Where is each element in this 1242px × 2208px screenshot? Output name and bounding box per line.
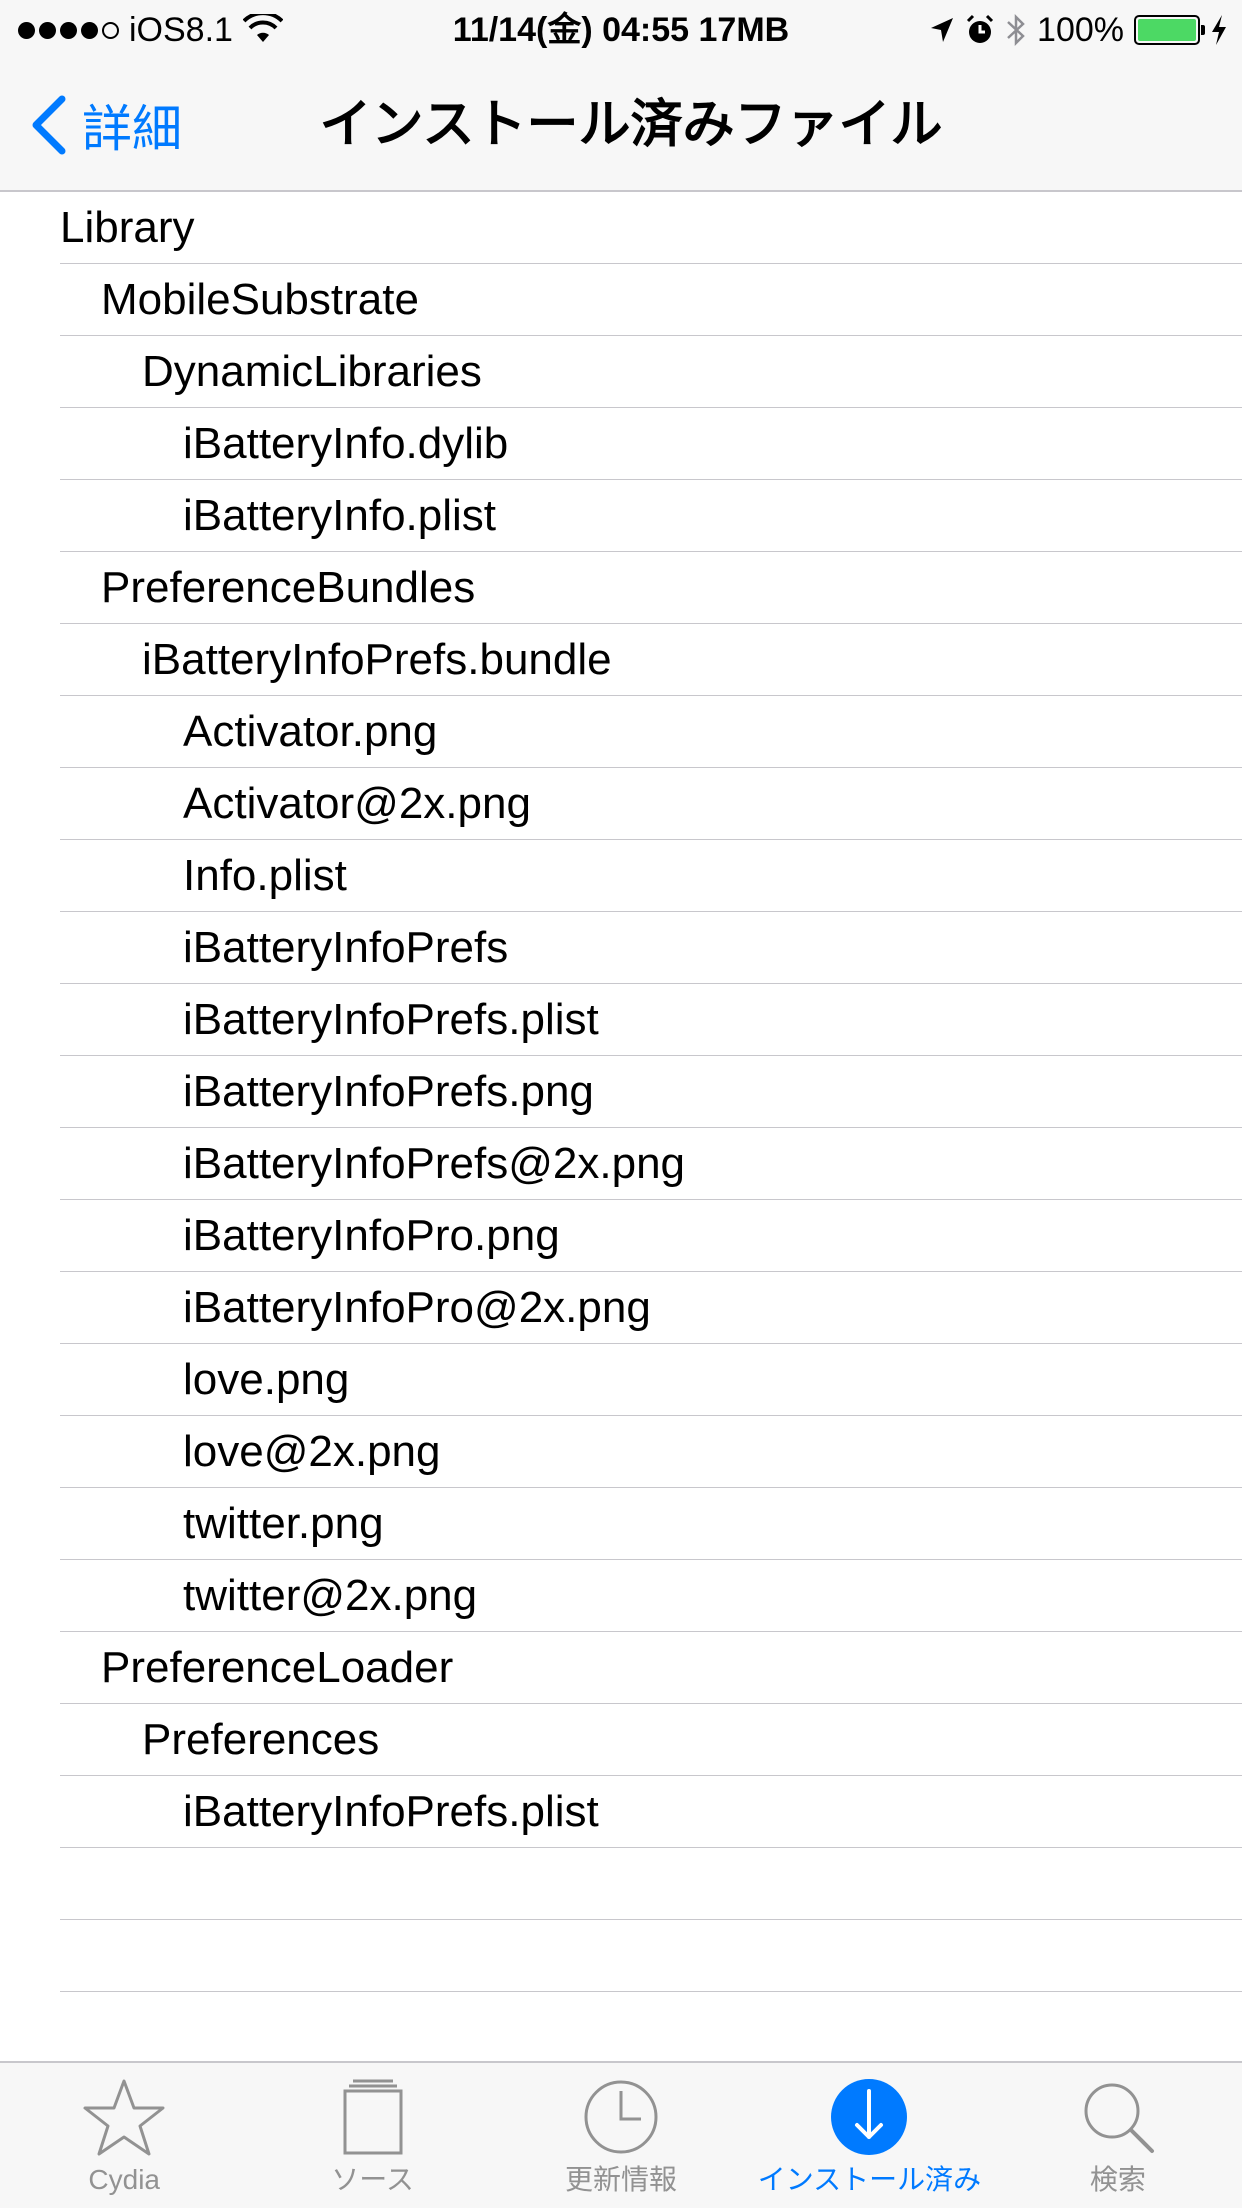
page-title: インストール済みファイル bbox=[319, 96, 943, 154]
file-row[interactable]: PreferenceLoader bbox=[0, 1632, 1242, 1704]
file-name: Activator@2x.png bbox=[183, 779, 531, 828]
file-name: iBatteryInfoPrefs@2x.png bbox=[183, 1139, 686, 1188]
tab-search[interactable]: 検索 bbox=[994, 2063, 1242, 2208]
battery-icon bbox=[1134, 15, 1205, 45]
file-name: iBatteryInfo.dylib bbox=[183, 419, 509, 468]
file-name: MobileSubstrate bbox=[101, 275, 419, 324]
file-row[interactable]: MobileSubstrate bbox=[0, 264, 1242, 336]
file-row[interactable]: iBatteryInfoPrefs.plist bbox=[0, 984, 1242, 1056]
sources-icon bbox=[343, 2079, 403, 2155]
search-icon bbox=[1084, 2083, 1154, 2153]
file-name: iBatteryInfoPrefs bbox=[183, 923, 509, 972]
file-row[interactable]: iBatteryInfoPrefs bbox=[0, 912, 1242, 984]
file-row[interactable]: Library bbox=[0, 192, 1242, 264]
charging-bolt-icon bbox=[1212, 15, 1226, 45]
file-name: love.png bbox=[183, 1355, 350, 1404]
tab-cydia[interactable]: Cydia bbox=[0, 2063, 248, 2208]
file-name: iBatteryInfoPrefs.bundle bbox=[142, 635, 612, 684]
bluetooth-icon bbox=[1007, 13, 1025, 47]
file-row[interactable]: Info.plist bbox=[0, 840, 1242, 912]
file-name: iBatteryInfoPro@2x.png bbox=[183, 1283, 651, 1332]
file-name: iBatteryInfoPro.png bbox=[183, 1211, 560, 1260]
location-arrow-icon bbox=[931, 18, 954, 42]
file-name: Activator.png bbox=[183, 707, 438, 756]
file-row[interactable]: DynamicLibraries bbox=[0, 336, 1242, 408]
installed-files-list: Library MobileSubstrate DynamicLibraries iB… bbox=[0, 192, 1242, 1992]
status-bar: iOS8.1 11/14(金) 04:55 17MB 100% bbox=[0, 0, 1242, 60]
tab-label: Cydia bbox=[88, 2164, 160, 2195]
file-name: love@2x.png bbox=[183, 1427, 441, 1476]
tab-changes[interactable]: 更新情報 bbox=[497, 2063, 745, 2208]
empty-row bbox=[0, 1848, 1242, 1920]
file-row[interactable]: iBatteryInfoPro.png bbox=[0, 1200, 1242, 1272]
file-row[interactable]: iBatteryInfoPro@2x.png bbox=[0, 1272, 1242, 1344]
file-name: PreferenceLoader bbox=[101, 1643, 454, 1692]
tab-label: ソース bbox=[331, 2164, 414, 2195]
tab-sources[interactable]: ソース bbox=[248, 2063, 496, 2208]
empty-row bbox=[0, 1920, 1242, 1992]
file-name: iBatteryInfoPrefs.plist bbox=[183, 995, 599, 1044]
tab-label: インストール済み bbox=[757, 2164, 982, 2195]
file-row[interactable]: iBatteryInfoPrefs.png bbox=[0, 1056, 1242, 1128]
battery-percent: 100% bbox=[1037, 10, 1124, 49]
file-name: iBatteryInfoPrefs.png bbox=[183, 1067, 594, 1116]
battery-level bbox=[1138, 19, 1196, 41]
file-name: Preferences bbox=[142, 1715, 380, 1764]
file-name: iBatteryInfo.plist bbox=[183, 491, 497, 540]
file-row[interactable]: PreferenceBundles bbox=[0, 552, 1242, 624]
tab-label: 更新情報 bbox=[565, 2164, 678, 2195]
file-name: twitter@2x.png bbox=[183, 1571, 478, 1620]
file-name: DynamicLibraries bbox=[142, 347, 482, 396]
file-name: iBatteryInfoPrefs.plist bbox=[183, 1787, 599, 1836]
file-row[interactable]: iBatteryInfoPrefs.plist bbox=[0, 1776, 1242, 1848]
file-name: Info.plist bbox=[183, 851, 347, 900]
file-row[interactable]: iBatteryInfo.plist bbox=[0, 480, 1242, 552]
file-row[interactable]: iBatteryInfoPrefs.bundle bbox=[0, 624, 1242, 696]
file-row[interactable]: Activator@2x.png bbox=[0, 768, 1242, 840]
clock-icon bbox=[584, 2080, 658, 2154]
file-name: PreferenceBundles bbox=[101, 563, 476, 612]
file-row[interactable]: iBatteryInfoPrefs@2x.png bbox=[0, 1128, 1242, 1200]
tab-bar: Cydia ソース 更新情報 インストール済み 検索 bbox=[0, 2061, 1242, 2208]
file-row[interactable]: iBatteryInfo.dylib bbox=[0, 408, 1242, 480]
file-row[interactable]: love.png bbox=[0, 1344, 1242, 1416]
file-name: twitter.png bbox=[183, 1499, 384, 1548]
file-row[interactable]: Preferences bbox=[0, 1704, 1242, 1776]
file-row[interactable]: love@2x.png bbox=[0, 1416, 1242, 1488]
tab-label: 検索 bbox=[1089, 2164, 1146, 2195]
file-row[interactable]: Activator.png bbox=[0, 696, 1242, 768]
navigation-bar: 詳細 インストール済みファイル bbox=[0, 60, 1242, 192]
file-name: Library bbox=[60, 203, 195, 252]
status-right: 100% bbox=[919, 10, 1228, 50]
star-icon bbox=[83, 2079, 165, 2156]
file-row[interactable]: twitter.png bbox=[0, 1488, 1242, 1560]
tab-installed[interactable]: インストール済み bbox=[745, 2063, 993, 2208]
alarm-icon bbox=[966, 14, 994, 43]
download-icon bbox=[831, 2079, 908, 2155]
file-row[interactable]: twitter@2x.png bbox=[0, 1560, 1242, 1632]
